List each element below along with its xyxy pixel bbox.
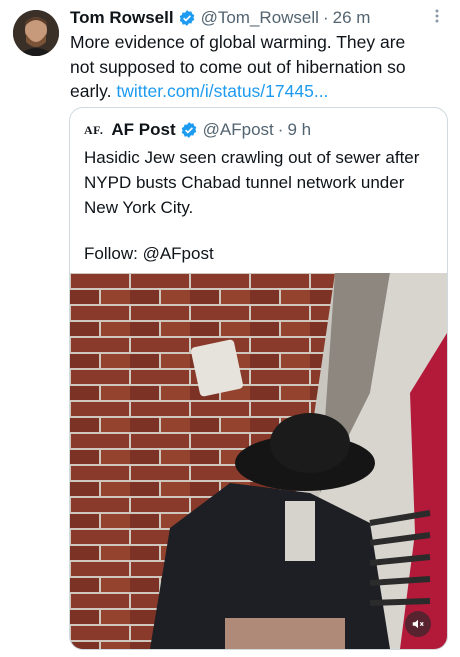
tweet-link[interactable]: twitter.com/i/status/17445... [116, 81, 328, 101]
muted-speaker-icon[interactable] [405, 611, 431, 637]
author-handle[interactable]: @Tom_Rowsell [201, 8, 319, 28]
tweet-header: Tom Rowsell @Tom_Rowsell · 26 m [70, 6, 370, 30]
quoted-author-avatar[interactable]: AF. [84, 123, 103, 138]
tweet[interactable]: Tom Rowsell @Tom_Rowsell · 26 m More evi… [0, 0, 460, 657]
quoted-tweet-time[interactable]: 9 h [287, 120, 311, 140]
time-separator: · [277, 120, 284, 139]
tweet-text-line: not supposed to come out of hibernation … [70, 56, 406, 77]
quoted-author-name[interactable]: AF Post [111, 120, 175, 140]
author-name[interactable]: Tom Rowsell [70, 8, 174, 28]
time-separator: · [322, 8, 329, 27]
verified-badge-icon [178, 9, 196, 27]
author-avatar[interactable] [13, 10, 59, 56]
tweet-text: More evidence of global warming. They ar… [70, 30, 450, 104]
tweet-time[interactable]: 26 m [333, 8, 371, 28]
tweet-text-line: early. [70, 81, 112, 101]
video-player[interactable] [70, 273, 447, 649]
quoted-tweet-follow: Follow: @AFpost [84, 244, 214, 263]
quoted-tweet[interactable]: AF. AF Post @AFpost · 9 h Hasidic Jew se… [69, 107, 448, 650]
quoted-tweet-header: AF. AF Post @AFpost · 9 h [84, 119, 311, 141]
quoted-author-handle[interactable]: @AFpost [203, 120, 274, 140]
verified-badge-icon [180, 121, 198, 139]
quoted-tweet-text: Hasidic Jew seen crawling out of sewer a… [84, 148, 420, 217]
tweet-text-line: More evidence of global warming. They ar… [70, 32, 406, 52]
more-options-icon[interactable] [428, 8, 446, 30]
video-frame [70, 273, 447, 649]
